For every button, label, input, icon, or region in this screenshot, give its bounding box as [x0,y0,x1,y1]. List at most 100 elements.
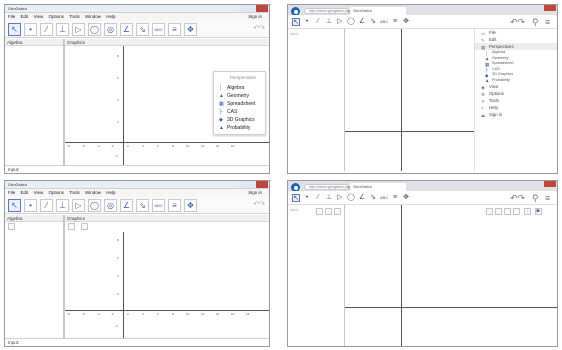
sign-in-link[interactable]: Sign in [248,13,262,21]
circle-tool-button[interactable]: ◯ [347,194,355,202]
conic-tool-button[interactable]: ◎ [104,199,117,212]
algebra-view[interactable] [5,46,63,166]
algebra-view[interactable] [5,232,63,339]
algebra-style-button[interactable] [8,223,15,230]
perspective-geometry[interactable]: ▲ Geometry [214,92,265,100]
perpendicular-tool-button[interactable]: ⊥ [56,23,69,36]
conic-tool-button[interactable]: ◎ [104,23,117,36]
slider-tool-button[interactable]: ≡ [168,23,181,36]
input-bar[interactable]: Input: [5,338,269,346]
point-tool-button[interactable]: • [303,18,311,26]
text-tool-button[interactable]: ABC [152,199,165,212]
minimize-button[interactable] [239,5,247,12]
browser-tab[interactable]: GeoGebra [350,183,406,191]
menu-options[interactable]: ⚙ Options [475,90,557,97]
close-stylebar-icon[interactable]: ▶ [535,208,542,215]
graphics-style-button[interactable] [68,223,75,230]
minimize-button[interactable] [239,181,247,188]
menu-file[interactable]: ▭ File [475,29,557,36]
slider-tool-button[interactable]: ≡ [168,199,181,212]
graphics-view[interactable]: -8 -6 -4 -2 2 4 6 8 10 12 14 16 16 8 6 4… [65,232,269,339]
menu-help[interactable]: Help [106,190,115,195]
close-button[interactable] [256,181,268,188]
address-bar[interactable]: http://www.geogebra.org [304,184,350,190]
angle-tool-button[interactable]: ∠ [120,199,133,212]
graphics-style-button-2[interactable] [495,208,502,215]
text-tool-button[interactable]: ABC [380,18,388,26]
menu-window[interactable]: Window [85,14,101,19]
line-tool-button[interactable]: ⁄ [40,23,53,36]
circle-tool-button[interactable]: ◯ [347,18,355,26]
algebra-view[interactable]: Input... [288,29,344,171]
text-tool-button[interactable]: ABC [380,194,388,202]
graphics-menu-icon[interactable]: ⋮ [524,208,531,215]
polygon-tool-button[interactable]: ▷ [72,23,85,36]
menu-edit[interactable]: Edit [21,14,29,19]
close-button[interactable] [256,5,268,12]
maximize-button[interactable] [248,181,256,188]
graphics-style-button-3[interactable] [504,208,511,215]
algebra-style-button-2[interactable] [325,208,332,215]
angle-tool-button[interactable]: ∠ [358,194,366,202]
reflect-tool-button[interactable]: ⇘ [136,23,149,36]
text-tool-button[interactable]: ABC [152,23,165,36]
point-tool-button[interactable]: • [24,199,37,212]
sign-in-link[interactable]: Sign in [248,189,262,197]
line-tool-button[interactable]: ⁄ [40,199,53,212]
perpendicular-tool-button[interactable]: ⊥ [56,199,69,212]
move-graphics-tool-button[interactable]: ✥ [402,194,410,202]
circle-tool-button[interactable]: ◯ [88,23,101,36]
perspective-3d-graphics[interactable]: ◆ 3D Graphics [214,116,265,124]
close-button[interactable] [544,5,556,11]
perpendicular-tool-button[interactable]: ⊥ [325,194,333,202]
undo-redo-icon[interactable]: ↶↷ [510,17,525,28]
menu-options[interactable]: Options [49,14,65,19]
menu-icon[interactable]: ≡ [545,193,550,203]
angle-tool-button[interactable]: ∠ [120,23,133,36]
browser-tab[interactable]: GeoGebra [350,7,406,15]
move-tool-button[interactable]: ↖ [8,199,21,212]
menu-view[interactable]: View [34,190,44,195]
algebra-style-button-1[interactable] [316,208,323,215]
menu-tools[interactable]: Tools [69,14,80,19]
move-tool-button[interactable]: ↖ [8,23,21,36]
line-tool-button[interactable]: ⁄ [314,18,322,26]
circle-tool-button[interactable]: ◯ [88,199,101,212]
undo-redo-icon[interactable]: ↶↷ [253,200,265,208]
polygon-tool-button[interactable]: ▷ [72,199,85,212]
menu-perspectives[interactable]: ▦ Perspectives [475,43,557,50]
menu-tools[interactable]: ✕ Tools [475,97,557,104]
menu-help[interactable]: Help [106,14,115,19]
point-tool-button[interactable]: • [24,23,37,36]
menu-view[interactable]: ◉ View [475,83,557,90]
menu-options[interactable]: Options [49,190,65,195]
close-button[interactable] [544,181,556,187]
menu-tools[interactable]: Tools [69,190,80,195]
perspective-algebra[interactable]: ┆ Algebra [214,84,265,92]
perspective-cas[interactable]: ├ CAS [214,108,265,116]
menu-view[interactable]: View [34,14,44,19]
line-tool-button[interactable]: ⁄ [314,194,322,202]
perspective-probability[interactable]: ▲ Probability [214,124,265,132]
move-tool-button[interactable]: ↖ [292,194,300,202]
menu-help[interactable]: ? Help [475,104,557,111]
menu-file[interactable]: File [8,14,15,19]
menu-file[interactable]: File [8,190,15,195]
move-graphics-tool-button[interactable]: ✥ [402,18,410,26]
reflect-tool-button[interactable]: ⇘ [369,194,377,202]
algebra-view[interactable]: Input... [288,205,344,346]
reflect-tool-button[interactable]: ⇘ [369,18,377,26]
move-tool-button[interactable]: ↖ [292,18,300,26]
menu-window[interactable]: Window [85,190,101,195]
graphics-style-button-1[interactable] [486,208,493,215]
search-icon[interactable]: ⚲ [532,17,539,28]
angle-tool-button[interactable]: ∠ [358,18,366,26]
search-icon[interactable]: ⚲ [532,193,539,204]
undo-redo-icon[interactable]: ↶↷ [253,24,265,32]
grid-toggle-button[interactable] [81,223,88,230]
menu-edit[interactable]: Edit [21,190,29,195]
perpendicular-tool-button[interactable]: ⊥ [325,18,333,26]
reflect-tool-button[interactable]: ⇘ [136,199,149,212]
address-bar[interactable]: http://www.geogebra.org [304,8,350,14]
polygon-tool-button[interactable]: ▷ [336,18,344,26]
